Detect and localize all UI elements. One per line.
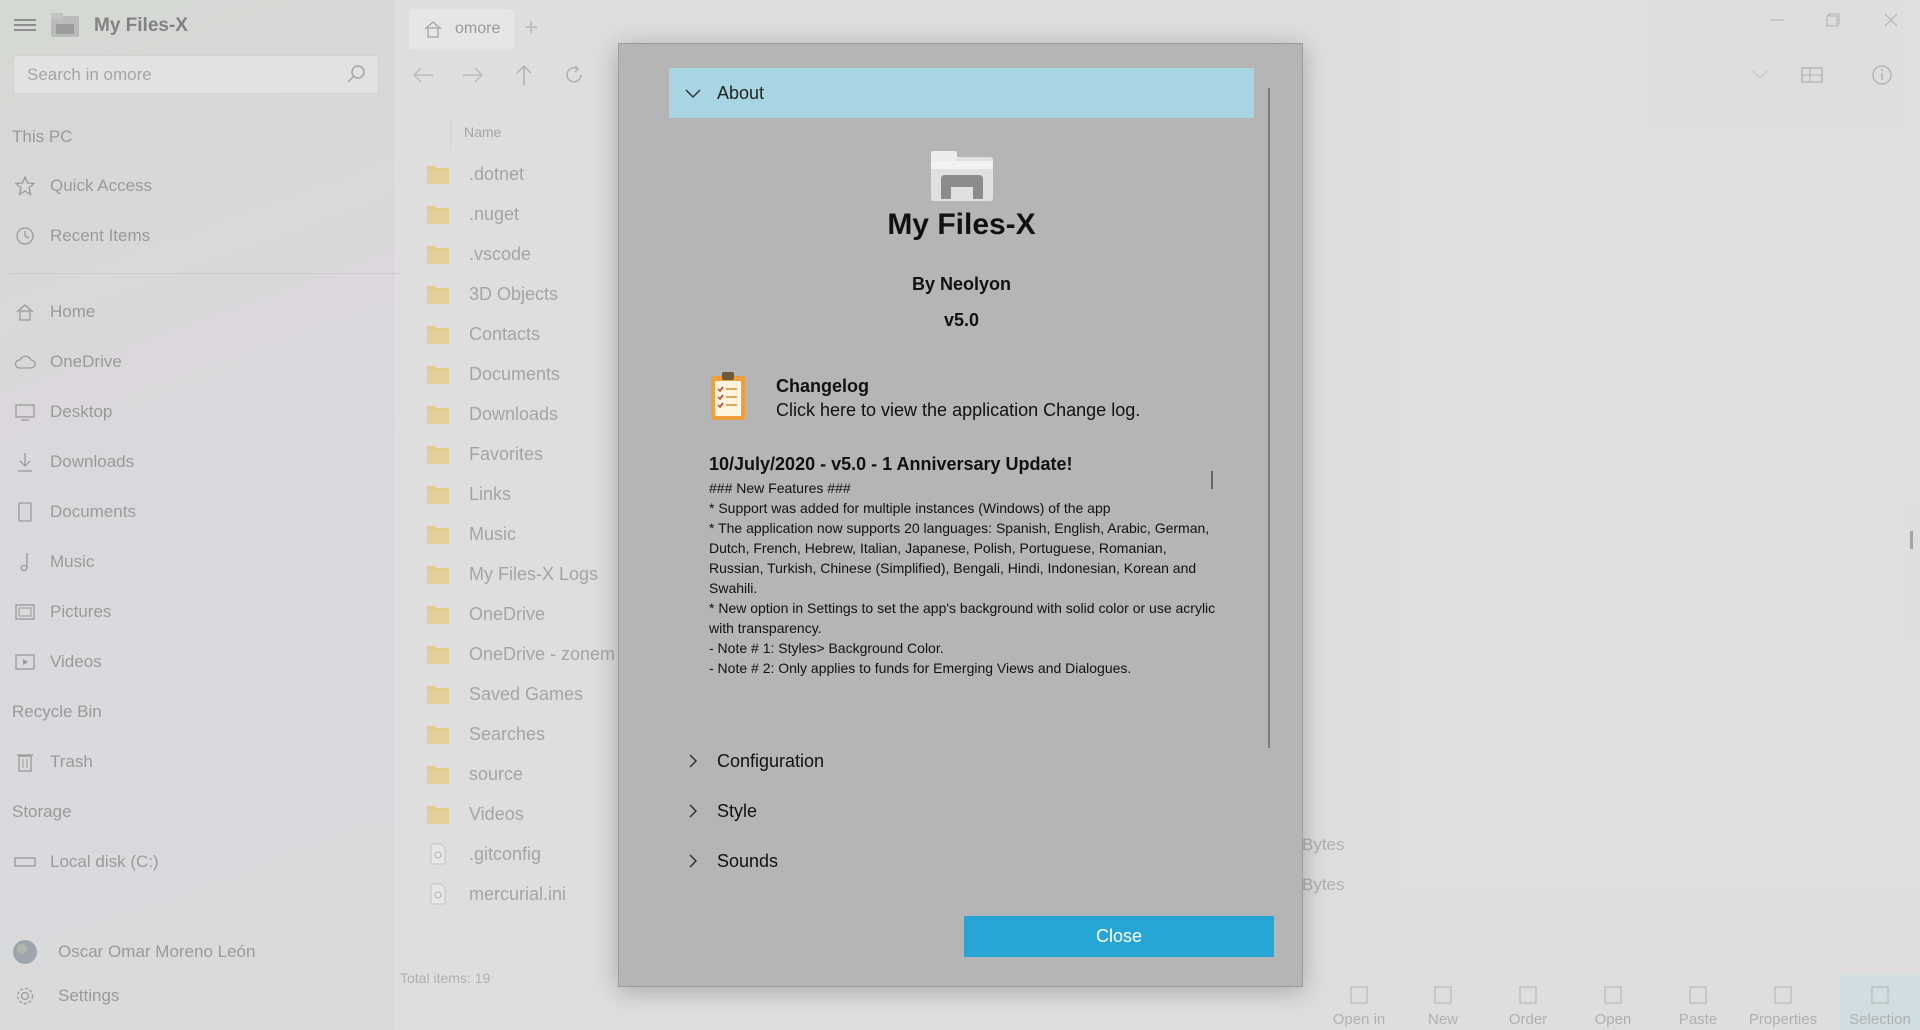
section-label: Sounds <box>717 850 779 871</box>
section-label: Style <box>717 800 758 821</box>
release-notes-heading: 10/July/2020 - v5.0 - 1 Anniversary Upda… <box>709 454 1073 474</box>
section-label: Configuration <box>717 750 825 771</box>
changelog-link[interactable]: Click here to view the application Chang… <box>776 400 1140 421</box>
style-section-header[interactable]: Style <box>669 789 1254 833</box>
dialog-app-name: My Files-X <box>887 208 1036 241</box>
notes-scrollbar[interactable] <box>1211 471 1213 489</box>
release-notes: 10/July/2020 - v5.0 - 1 Anniversary Upda… <box>709 454 1219 682</box>
dialog-scrollbar[interactable] <box>1268 88 1270 748</box>
chevron-down-icon <box>685 89 701 99</box>
sounds-section-header[interactable]: Sounds <box>669 839 1254 883</box>
dialog-version: v5.0 <box>943 310 980 330</box>
about-section-header[interactable]: About <box>669 68 1254 118</box>
chevron-right-icon <box>689 754 698 768</box>
clipboard-checklist-icon <box>711 372 745 420</box>
changelog-title[interactable]: Changelog <box>776 376 869 397</box>
app-logo-icon <box>931 151 993 201</box>
close-button[interactable]: Close <box>964 916 1274 957</box>
chevron-right-icon <box>689 854 698 868</box>
dialog-author: By Neolyon <box>911 274 1012 294</box>
configuration-section-header[interactable]: Configuration <box>669 739 1254 783</box>
chevron-right-icon <box>689 804 698 818</box>
about-dialog: About My Files-X By Neolyon v5.0 Changel… <box>618 43 1303 987</box>
about-label: About <box>717 82 765 103</box>
release-notes-body: ### New Features ### * Support was added… <box>709 480 1216 676</box>
